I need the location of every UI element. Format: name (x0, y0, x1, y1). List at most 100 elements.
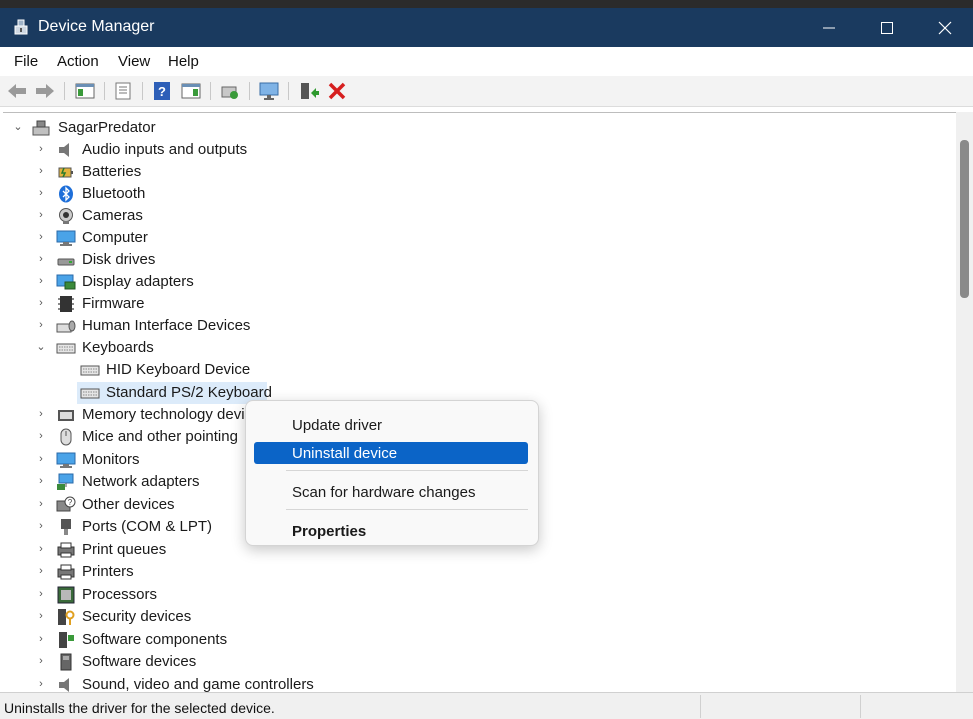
chevron-down-icon[interactable]: ⌄ (34, 340, 48, 354)
tree-item-computer[interactable]: › Computer (3, 227, 403, 249)
tree-item-keyboards[interactable]: ⌄ Keyboards (3, 337, 403, 359)
title-bar[interactable]: Device Manager (0, 8, 973, 47)
chevron-right-icon[interactable]: › (34, 677, 48, 691)
tree-root-label: SagarPredator (58, 119, 156, 136)
chevron-right-icon[interactable]: › (34, 164, 48, 178)
disk-drive-icon (57, 258, 75, 266)
computer-root-icon (32, 120, 50, 136)
scan-hardware-icon[interactable] (219, 81, 241, 101)
port-icon (61, 519, 71, 535)
menu-view[interactable]: View (118, 53, 150, 70)
speaker-icon (59, 143, 69, 157)
menu-item-update-driver[interactable]: Update driver (254, 414, 528, 436)
chevron-right-icon[interactable]: › (34, 564, 48, 578)
uninstall-x-icon[interactable] (326, 81, 348, 101)
chevron-right-icon[interactable]: › (34, 252, 48, 266)
sound-icon (59, 678, 69, 692)
print-queue-icon (57, 542, 75, 558)
bluetooth-icon (59, 185, 73, 203)
status-text: Uninstalls the driver for the selected d… (4, 700, 275, 716)
chevron-right-icon[interactable]: › (34, 632, 48, 646)
chevron-right-icon[interactable]: › (34, 318, 48, 332)
chevron-right-icon[interactable]: › (34, 296, 48, 310)
hid-icon (56, 320, 76, 333)
memory-icon (58, 410, 74, 421)
window-title: Device Manager (38, 18, 155, 35)
tree-item-printers[interactable]: › Printers (3, 561, 403, 583)
chevron-right-icon[interactable]: › (34, 452, 48, 466)
chevron-right-icon[interactable]: › (34, 230, 48, 244)
toolbar: ? (0, 76, 973, 107)
chevron-right-icon[interactable]: › (34, 407, 48, 421)
forward-arrow-icon[interactable] (34, 81, 56, 101)
show-hide-console-tree-icon[interactable] (74, 81, 96, 101)
minimize-button[interactable] (800, 8, 858, 47)
menu-separator (286, 470, 528, 471)
tree-item-standard-ps2-keyboard-selected[interactable]: Standard PS/2 Keyboard (77, 382, 272, 404)
computer-icon (56, 230, 76, 246)
tree-item-audio[interactable]: › Audio inputs and outputs (3, 139, 403, 161)
close-icon (938, 21, 952, 34)
menu-item-properties[interactable]: Properties (254, 520, 528, 542)
maximize-button[interactable] (858, 8, 916, 47)
update-driver-icon[interactable] (298, 81, 320, 101)
menu-item-scan-hardware[interactable]: Scan for hardware changes (254, 481, 528, 503)
chevron-right-icon[interactable]: › (34, 429, 48, 443)
printer-icon (57, 564, 75, 580)
help-icon[interactable]: ? (151, 81, 173, 101)
tree-item-hid[interactable]: › Human Interface Devices (3, 315, 403, 337)
display-adapter-icon (56, 274, 76, 290)
chevron-right-icon[interactable]: › (34, 542, 48, 556)
chevron-right-icon[interactable]: › (34, 186, 48, 200)
chevron-right-icon[interactable]: › (34, 474, 48, 488)
tree-item-firmware[interactable]: › Firmware (3, 293, 403, 315)
chevron-right-icon[interactable]: › (34, 142, 48, 156)
tree-item-bluetooth[interactable]: › Bluetooth (3, 183, 403, 205)
battery-icon (58, 167, 73, 178)
chevron-right-icon[interactable]: › (34, 208, 48, 222)
processor-icon (57, 586, 75, 604)
tree-root[interactable]: ⌄ SagarPredator (3, 117, 303, 139)
tree-item-sound[interactable]: › Sound, video and game controllers (3, 674, 403, 693)
menu-file[interactable]: File (14, 53, 38, 70)
tree-item-software-components[interactable]: › Software components (3, 629, 403, 651)
minimize-icon (823, 27, 835, 28)
menu-bar: File Action View Help (0, 47, 973, 76)
tree-item-cameras[interactable]: › Cameras (3, 205, 403, 227)
monitor-icon (56, 452, 76, 468)
menu-separator (286, 509, 528, 510)
chevron-right-icon[interactable]: › (34, 497, 48, 511)
firmware-chip-icon (58, 296, 74, 312)
monitor-scan-icon[interactable] (258, 81, 280, 101)
menu-help[interactable]: Help (168, 53, 199, 70)
chevron-right-icon[interactable]: › (34, 654, 48, 668)
tree-item-security-devices[interactable]: › Security devices (3, 606, 403, 628)
tree-item-hid-keyboard[interactable]: HID Keyboard Device (3, 359, 403, 381)
network-icon (57, 473, 74, 490)
menu-action[interactable]: Action (57, 53, 99, 70)
menu-item-uninstall-device[interactable]: Uninstall device (254, 442, 528, 464)
device-manager-icon (14, 19, 28, 35)
context-menu: Update driver Uninstall device Scan for … (245, 400, 539, 546)
close-button[interactable] (916, 8, 973, 47)
chevron-right-icon[interactable]: › (34, 274, 48, 288)
vertical-scrollbar[interactable] (956, 112, 973, 692)
svg-text:?: ? (68, 498, 73, 507)
tree-item-processors[interactable]: › Processors (3, 584, 403, 606)
tree-item-software-devices[interactable]: › Software devices (3, 651, 403, 673)
tree-item-disk-drives[interactable]: › Disk drives (3, 249, 403, 271)
chevron-right-icon[interactable]: › (34, 587, 48, 601)
chevron-right-icon[interactable]: › (34, 519, 48, 533)
maximize-icon (881, 21, 893, 34)
tree-item-batteries[interactable]: › Batteries (3, 161, 403, 183)
properties-icon[interactable] (112, 81, 134, 101)
scrollbar-thumb[interactable] (960, 140, 969, 298)
tree-item-display-adapters[interactable]: › Display adapters (3, 271, 403, 293)
mouse-icon (60, 428, 72, 446)
device-manager-window: Device Manager File Action View Help ? ⌄… (0, 8, 973, 719)
chevron-right-icon[interactable]: › (34, 609, 48, 623)
chevron-down-icon[interactable]: ⌄ (11, 120, 25, 134)
back-arrow-icon[interactable] (6, 81, 28, 101)
status-bar: Uninstalls the driver for the selected d… (0, 692, 973, 719)
show-action-pane-icon[interactable] (180, 81, 202, 101)
